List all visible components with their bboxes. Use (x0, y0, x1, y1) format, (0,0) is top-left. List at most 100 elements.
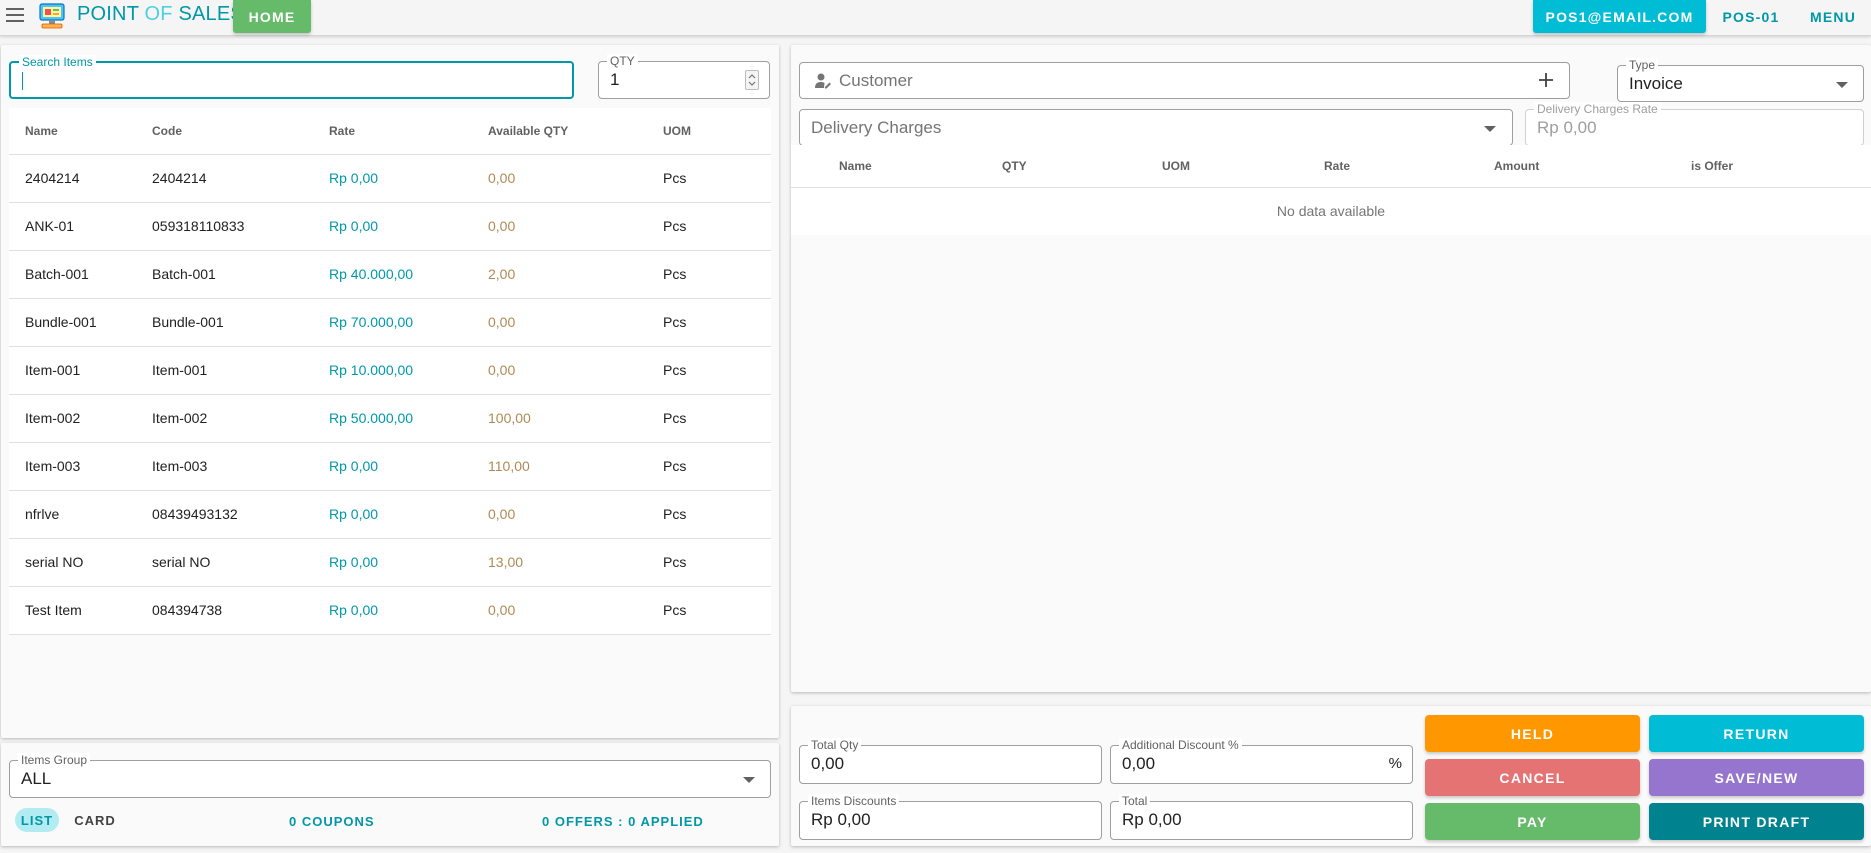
search-items-input[interactable]: Search Items (9, 55, 574, 99)
invoice-type-select[interactable]: Type Invoice (1617, 58, 1864, 102)
customer-placeholder: Customer (839, 71, 913, 90)
item-code: 084394738 (152, 586, 329, 635)
qty-input[interactable]: QTY 1 (598, 54, 770, 99)
table-row[interactable]: 2404214 2404214 Rp 0,00 0,00 Pcs (9, 154, 771, 203)
column-header-uom[interactable]: UOM (1162, 145, 1324, 188)
item-uom: Pcs (663, 250, 771, 299)
qty-label: QTY (607, 54, 638, 68)
pos-profile-button[interactable]: POS-01 (1713, 0, 1789, 33)
item-rate: Rp 10.000,00 (329, 346, 488, 395)
hamburger-menu-icon[interactable] (6, 8, 24, 22)
delivery-charges-rate-input[interactable]: Delivery Charges Rate Rp 0,00 (1525, 102, 1864, 146)
items-group-select[interactable]: Items Group ALL (9, 753, 771, 798)
item-available-qty: 0,00 (488, 490, 663, 539)
item-available-qty: 0,00 (488, 154, 663, 203)
person-edit-icon (814, 72, 832, 95)
type-label: Type (1626, 58, 1659, 72)
column-header-rate[interactable]: Rate (329, 108, 488, 155)
customer-select[interactable]: Customer (799, 62, 1570, 99)
column-header-name[interactable]: Name (791, 145, 1002, 188)
user-email-button[interactable]: POS1@EMAIL.COM (1533, 0, 1706, 33)
home-button[interactable]: HOME (233, 0, 311, 33)
item-uom: Pcs (663, 394, 771, 443)
item-rate: Rp 0,00 (329, 586, 488, 635)
offers-button[interactable]: 0 OFFERS : 0 APPLIED (542, 814, 704, 829)
item-rate: Rp 70.000,00 (329, 298, 488, 347)
pay-button[interactable]: PAY (1425, 803, 1640, 840)
item-available-qty: 13,00 (488, 538, 663, 587)
menu-button[interactable]: MENU (1800, 0, 1866, 33)
top-app-bar: POINT OF SALES HOME POS1@EMAIL.COM POS-0… (0, 0, 1871, 36)
item-available-qty: 100,00 (488, 394, 663, 443)
additional-discount-value: 0,00 (1122, 754, 1156, 773)
item-name: Item-003 (9, 442, 152, 491)
column-header-code[interactable]: Code (152, 108, 329, 155)
item-rate: Rp 0,00 (329, 202, 488, 251)
qty-stepper-icon[interactable] (745, 70, 759, 90)
column-header-available-qty[interactable]: Available QTY (488, 108, 663, 155)
table-row[interactable]: Item-001 Item-001 Rp 10.000,00 0,00 Pcs (9, 346, 771, 395)
column-header-name[interactable]: Name (9, 108, 152, 155)
items-table: Name Code Rate Available QTY UOM 2404214… (9, 108, 771, 635)
print-draft-button[interactable]: PRINT DRAFT (1649, 803, 1864, 840)
save-new-button[interactable]: SAVE/NEW (1649, 759, 1864, 796)
return-button[interactable]: RETURN (1649, 715, 1864, 752)
total-qty-label: Total Qty (808, 738, 862, 752)
item-uom: Pcs (663, 490, 771, 539)
table-row[interactable]: nfrlve 08439493132 Rp 0,00 0,00 Pcs (9, 490, 771, 539)
table-row[interactable]: Batch-001 Batch-001 Rp 40.000,00 2,00 Pc… (9, 250, 771, 299)
type-value: Invoice (1629, 74, 1683, 93)
cart-table: Name QTY UOM Rate Amount is Offer No dat… (791, 145, 1871, 235)
total-field: Total Rp 0,00 (1110, 794, 1413, 840)
item-uom: Pcs (663, 538, 771, 587)
items-group-label: Items Group (18, 753, 91, 767)
item-name: Test Item (9, 586, 152, 635)
item-available-qty: 110,00 (488, 442, 663, 491)
item-code: 2404214 (152, 154, 329, 203)
total-qty-value: 0,00 (811, 754, 845, 773)
item-rate: Rp 40.000,00 (329, 250, 488, 299)
chevron-down-icon (1484, 126, 1496, 132)
item-available-qty: 0,00 (488, 202, 663, 251)
qty-value: 1 (610, 70, 620, 89)
column-header-amount[interactable]: Amount (1494, 145, 1691, 188)
item-code: Batch-001 (152, 250, 329, 299)
item-rate: Rp 0,00 (329, 538, 488, 587)
card-view-tab[interactable]: CARD (70, 808, 120, 832)
table-row[interactable]: Item-002 Item-002 Rp 50.000,00 100,00 Pc… (9, 394, 771, 443)
item-name: Batch-001 (9, 250, 152, 299)
list-view-tab[interactable]: LIST (15, 808, 59, 832)
table-row[interactable]: Item-003 Item-003 Rp 0,00 110,00 Pcs (9, 442, 771, 491)
item-name: Item-001 (9, 346, 152, 395)
item-uom: Pcs (663, 346, 771, 395)
chevron-down-icon (743, 777, 755, 783)
item-uom: Pcs (663, 442, 771, 491)
cart-table-header: Name QTY UOM Rate Amount is Offer (791, 145, 1871, 188)
column-header-uom[interactable]: UOM (663, 108, 771, 155)
item-available-qty: 2,00 (488, 250, 663, 299)
coupons-button[interactable]: 0 COUPONS (289, 814, 375, 829)
column-header-is-offer[interactable]: is Offer (1691, 145, 1871, 188)
additional-discount-input[interactable]: Additional Discount % 0,00 % (1110, 738, 1413, 784)
item-name: 2404214 (9, 154, 152, 203)
table-row[interactable]: serial NO serial NO Rp 0,00 13,00 Pcs (9, 538, 771, 587)
item-name: nfrlve (9, 490, 152, 539)
cancel-button[interactable]: CANCEL (1425, 759, 1640, 796)
item-code: 08439493132 (152, 490, 329, 539)
table-row[interactable]: Test Item 084394738 Rp 0,00 0,00 Pcs (9, 586, 771, 635)
item-code: Item-003 (152, 442, 329, 491)
delivery-charges-select[interactable]: Delivery Charges (799, 109, 1513, 146)
column-header-qty[interactable]: QTY (1002, 145, 1162, 188)
item-rate: Rp 50.000,00 (329, 394, 488, 443)
table-row[interactable]: ANK-01 059318110833 Rp 0,00 0,00 Pcs (9, 202, 771, 251)
held-button[interactable]: HELD (1425, 715, 1640, 752)
table-row[interactable]: Bundle-001 Bundle-001 Rp 70.000,00 0,00 … (9, 298, 771, 347)
total-qty-field: Total Qty 0,00 (799, 738, 1102, 784)
total-label: Total (1119, 794, 1151, 808)
item-code: Item-001 (152, 346, 329, 395)
item-name: ANK-01 (9, 202, 152, 251)
item-rate: Rp 0,00 (329, 154, 488, 203)
column-header-rate[interactable]: Rate (1324, 145, 1494, 188)
add-customer-icon[interactable] (1537, 71, 1555, 94)
percent-suffix: % (1388, 755, 1402, 772)
